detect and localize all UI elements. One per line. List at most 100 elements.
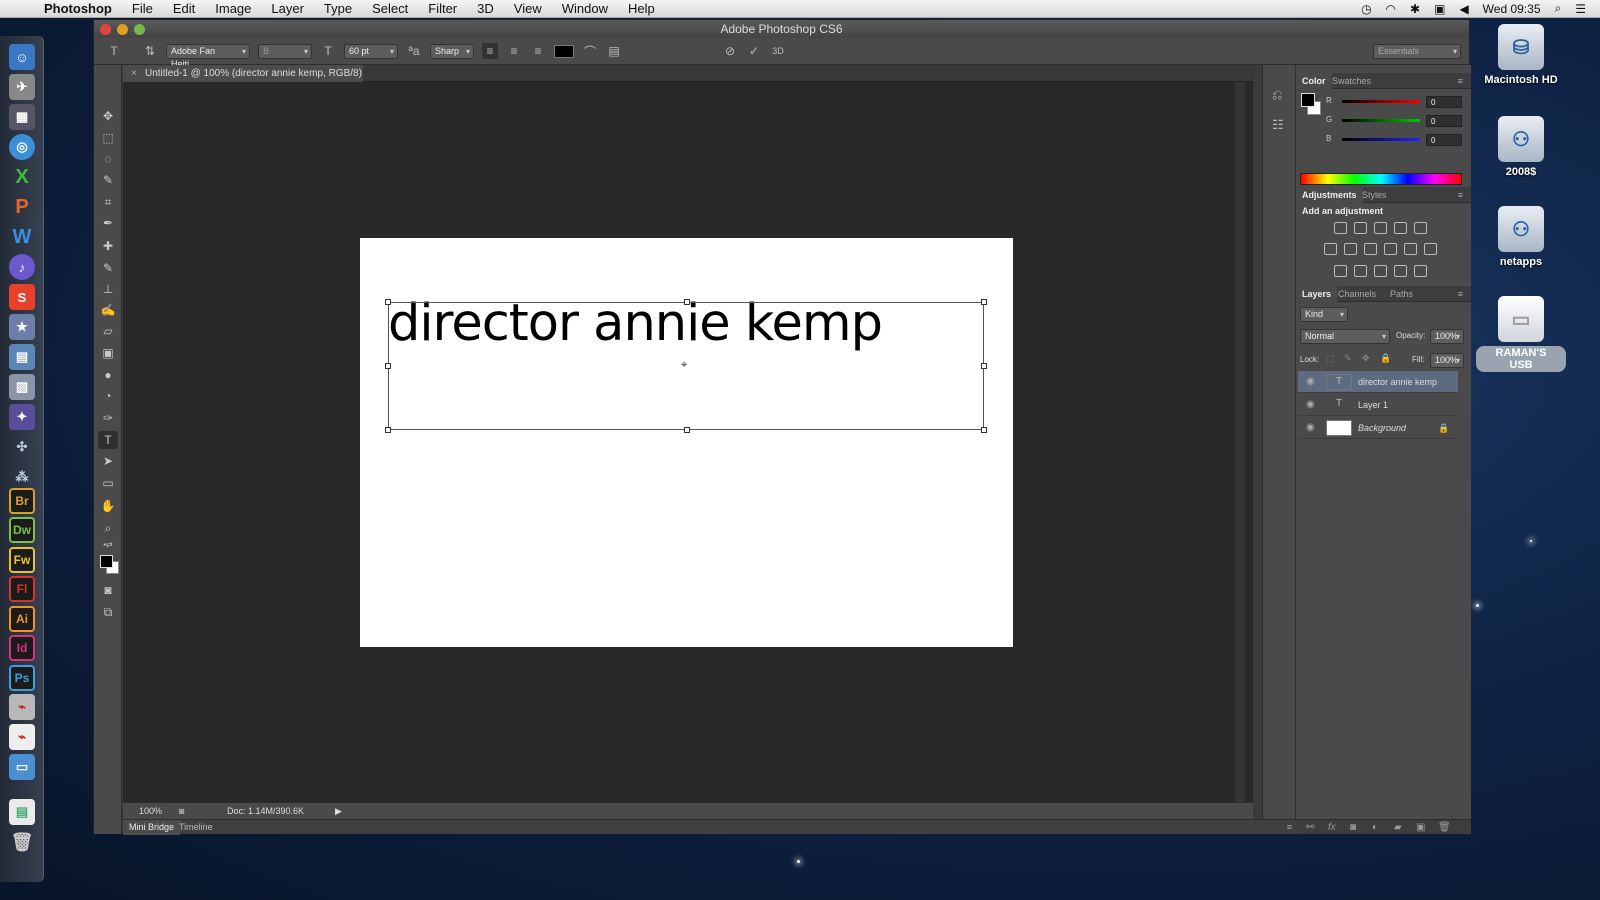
screen-mode-icon[interactable]: ⧉ (98, 603, 118, 621)
tab-channels[interactable]: Channels (1332, 286, 1382, 302)
menu-layer[interactable]: Layer (261, 0, 314, 18)
quick-selection-tool-icon[interactable]: ✎ (98, 171, 118, 189)
word-icon[interactable]: W (9, 224, 35, 250)
properties-panel-icon[interactable]: ☷ (1272, 117, 1284, 133)
history-panel-icon[interactable]: ⎌ (1272, 87, 1282, 103)
desktop-icon-macintosh-hd[interactable]: ⛁ Macintosh HD (1476, 24, 1566, 86)
brightness-contrast-icon[interactable] (1334, 222, 1347, 234)
status-info-icon[interactable]: ◙ (179, 803, 184, 820)
menu-app-name[interactable]: Photoshop (34, 0, 122, 18)
text-orientation-icon[interactable]: ⇅ (142, 43, 158, 59)
menu-file[interactable]: File (122, 0, 163, 18)
resize-handle[interactable] (981, 427, 987, 433)
red-channel-slider[interactable]: R 0 (1326, 96, 1466, 110)
acrobat-icon[interactable]: ⌁ (9, 694, 35, 720)
align-left-icon[interactable]: ≡ (482, 43, 498, 59)
new-adjustment-layer-icon[interactable]: ◐ (1372, 820, 1378, 835)
cancel-edits-icon[interactable]: ⊘ (722, 43, 738, 59)
invert-icon[interactable] (1334, 265, 1347, 277)
lock-all-icon[interactable]: 🔒 (1380, 353, 1391, 364)
slider-track[interactable] (1342, 138, 1420, 141)
gradient-tool-icon[interactable]: ▣ (98, 344, 118, 362)
align-center-icon[interactable]: ≡ (506, 43, 522, 59)
system-app-icon[interactable]: ✦ (9, 404, 35, 430)
finder-icon[interactable]: ☺ (9, 44, 35, 70)
tab-timeline[interactable]: Timeline (173, 820, 219, 835)
mission-control-icon[interactable]: ▦ (9, 104, 35, 130)
layer-visibility-eye-icon[interactable]: ◉ (1306, 371, 1315, 393)
delete-layer-icon[interactable]: 🗑 (1438, 820, 1451, 835)
zoom-tool-icon[interactable]: ⌕ (98, 519, 118, 537)
powerpoint-icon[interactable]: P (9, 194, 35, 220)
tab-adjustments[interactable]: Adjustments (1296, 187, 1363, 203)
close-window-button[interactable] (100, 24, 111, 35)
add-mask-icon[interactable]: ◙ (1350, 820, 1356, 835)
type-tool-icon[interactable]: T (98, 431, 118, 449)
channel-mixer-icon[interactable] (1404, 243, 1417, 255)
character-panel-icon[interactable]: ▤ (606, 43, 622, 59)
text-bounding-box[interactable]: ⌖ (385, 299, 987, 433)
layer-row[interactable]: ◉ Background 🔒 (1298, 417, 1458, 439)
resize-handle[interactable] (385, 299, 391, 305)
menu-select[interactable]: Select (362, 0, 418, 18)
new-group-icon[interactable]: ▰ (1394, 820, 1402, 835)
minimize-window-button[interactable] (117, 24, 128, 35)
volume-icon[interactable]: ◀ (1459, 2, 1468, 16)
quick-mask-icon[interactable]: ◙ (98, 581, 118, 599)
color-spectrum-ramp[interactable] (1300, 173, 1462, 185)
menu-filter[interactable]: Filter (418, 0, 467, 18)
status-menu-arrow-icon[interactable]: ▶ (335, 803, 342, 820)
panel-menu-icon[interactable]: ≡ (1452, 286, 1469, 302)
tab-mini-bridge[interactable]: Mini Bridge (123, 820, 181, 835)
panel-menu-icon[interactable]: ≡ (1452, 187, 1469, 203)
indesign-icon[interactable]: Id (9, 635, 35, 661)
align-right-icon[interactable]: ≡ (530, 43, 546, 59)
trash-icon[interactable]: 🗑 (9, 829, 35, 855)
lock-position-icon[interactable]: ✥ (1362, 353, 1370, 364)
iphoto-icon[interactable]: ▤ (9, 344, 35, 370)
clone-stamp-tool-icon[interactable]: ⊥ (98, 280, 118, 298)
notification-center-icon[interactable]: ☰ (1575, 2, 1586, 16)
display-mirror-icon[interactable]: ▣ (1434, 2, 1445, 16)
layer-row[interactable]: ◉ T Layer 1 (1298, 394, 1458, 416)
network-app-icon[interactable]: ✣ (9, 434, 35, 460)
menu-type[interactable]: Type (314, 0, 362, 18)
marquee-tool-icon[interactable]: ⬚ (98, 129, 118, 147)
preview-icon[interactable]: ▧ (9, 374, 35, 400)
workspace-select[interactable]: Essentials (1373, 43, 1461, 59)
brush-tool-icon[interactable]: ✎ (98, 259, 118, 277)
tab-styles[interactable]: Styles (1356, 187, 1393, 203)
tab-paths[interactable]: Paths (1384, 286, 1419, 302)
posterize-icon[interactable] (1354, 265, 1367, 277)
panel-menu-icon[interactable]: ≡ (1287, 820, 1292, 835)
gradient-map-icon[interactable] (1414, 265, 1427, 277)
resize-handle[interactable] (385, 363, 391, 369)
tab-layers[interactable]: Layers (1296, 286, 1338, 302)
new-layer-icon[interactable]: ▣ (1416, 820, 1425, 835)
menu-3d[interactable]: 3D (467, 0, 504, 18)
layer-visibility-eye-icon[interactable]: ◉ (1306, 417, 1315, 439)
warp-text-icon[interactable]: ⌒ (582, 43, 598, 59)
dreamweaver-icon[interactable]: Dw (9, 517, 35, 543)
photoshop-dock-icon[interactable]: Ps (9, 665, 35, 691)
blend-mode-select[interactable]: Normal (1300, 329, 1390, 344)
canvas-workspace[interactable]: director annie kemp ⌖ (123, 82, 1253, 802)
time-machine-icon[interactable]: ◷ (1361, 2, 1371, 16)
excel-icon[interactable]: X (9, 164, 35, 190)
imovie-icon[interactable]: ★ (9, 314, 35, 340)
fill-input[interactable]: 100% (1430, 353, 1464, 368)
resize-handle[interactable] (684, 427, 690, 433)
vibrance-icon[interactable] (1414, 222, 1427, 234)
close-tab-icon[interactable]: × (131, 65, 137, 82)
desktop-icon-netapps[interactable]: ⚇ netapps (1476, 206, 1566, 268)
zoom-window-button[interactable] (134, 24, 145, 35)
bridge-icon[interactable]: Br (9, 488, 35, 514)
safari-icon[interactable]: ◎ (9, 134, 35, 160)
panel-menu-icon[interactable]: ≡ (1452, 73, 1469, 89)
document-canvas[interactable]: director annie kemp ⌖ (360, 238, 1013, 647)
acrobat-reader-icon[interactable]: ⌁ (9, 724, 35, 750)
app-red-icon[interactable]: S (9, 284, 35, 310)
type-tool-preset-icon[interactable]: T (106, 43, 122, 59)
layer-visibility-eye-icon[interactable]: ◉ (1306, 394, 1315, 416)
flash-icon[interactable]: Fl (9, 576, 35, 602)
